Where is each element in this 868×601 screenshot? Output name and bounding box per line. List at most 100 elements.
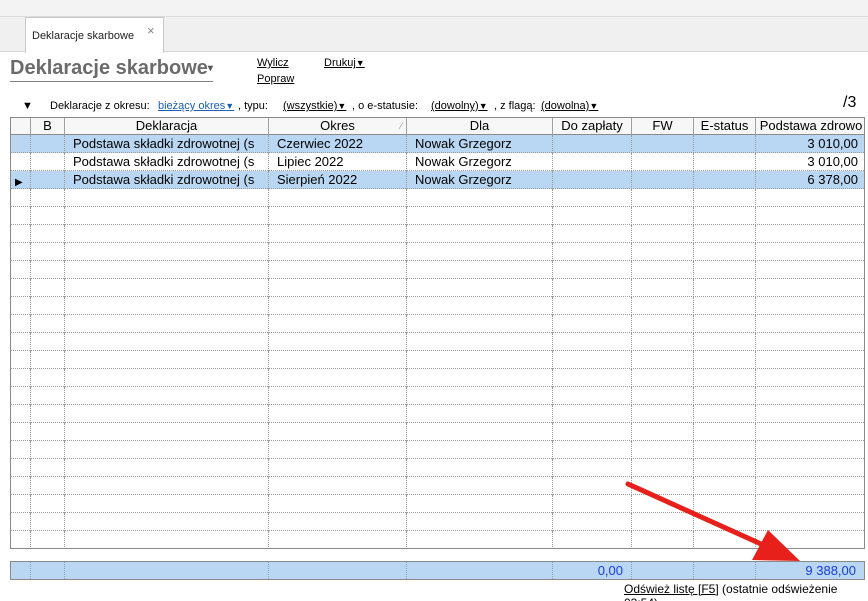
table-row-empty[interactable]: [11, 531, 864, 548]
cell-podstawa: [756, 261, 864, 279]
table-row-empty[interactable]: [11, 225, 864, 243]
table-row-empty[interactable]: [11, 279, 864, 297]
table-row-empty[interactable]: [11, 333, 864, 351]
declarations-table[interactable]: B Deklaracja Okres ⁄ Dla Do zapłaty FW E-…: [10, 117, 865, 549]
table-header-row: B Deklaracja Okres ⁄ Dla Do zapłaty FW E-…: [11, 118, 864, 135]
table-row-empty[interactable]: [11, 405, 864, 423]
cell-okres: [269, 189, 407, 207]
cell-do-zaplaty: [553, 531, 632, 548]
filter-okres-dropdown[interactable]: bieżący okres▼: [158, 100, 234, 112]
tab-deklaracje-skarbowe[interactable]: Deklaracje skarbowe ×: [25, 17, 164, 53]
table-row-empty[interactable]: [11, 423, 864, 441]
table-row-empty[interactable]: [11, 261, 864, 279]
header-deklaracja[interactable]: Deklaracja: [65, 118, 269, 135]
page-count: /3: [843, 94, 857, 111]
filter-estatus-dropdown[interactable]: (dowolny)▼: [431, 100, 488, 112]
totals-b: [31, 562, 65, 579]
cell-dla: Nowak Grzegorz: [407, 153, 553, 171]
cell-e-status: [694, 225, 756, 243]
cell-e-status: [694, 153, 756, 171]
table-row[interactable]: Podstawa składki zdrowotnej (s Lipiec 202…: [11, 153, 864, 171]
cell-okres: [269, 495, 407, 513]
cell-fw: [632, 207, 694, 225]
cell-dla: [407, 441, 553, 459]
cell-do-zaplaty: [553, 387, 632, 405]
row-indicator-cell: [11, 153, 31, 171]
header-do-zaplaty[interactable]: Do zapłaty: [553, 118, 632, 135]
cell-dla: Nowak Grzegorz: [407, 171, 553, 189]
cell-fw: [632, 423, 694, 441]
table-row-empty[interactable]: [11, 207, 864, 225]
close-icon[interactable]: ×: [147, 23, 155, 38]
cell-dla: [407, 189, 553, 207]
cell-b: [31, 243, 65, 261]
cell-b: [31, 279, 65, 297]
table-row-empty[interactable]: [11, 189, 864, 207]
wylicz-button[interactable]: Wylicz: [257, 57, 289, 69]
chevron-down-icon: ▼: [355, 58, 365, 68]
table-row-empty[interactable]: [11, 513, 864, 531]
cell-dla: [407, 315, 553, 333]
cell-dla: [407, 351, 553, 369]
drukuj-menu[interactable]: Drukuj▼: [324, 57, 365, 69]
cell-deklaracja: [65, 423, 269, 441]
cell-e-status: [694, 333, 756, 351]
filter-typ-label: , typu:: [238, 100, 268, 112]
cell-okres: [269, 441, 407, 459]
row-indicator-cell: [11, 279, 31, 297]
cell-b: [31, 477, 65, 495]
table-row-empty[interactable]: [11, 297, 864, 315]
table-row-empty[interactable]: [11, 387, 864, 405]
row-indicator-cell: [11, 333, 31, 351]
filter-flaga-dropdown[interactable]: (dowolna)▼: [541, 100, 598, 112]
table-row-empty[interactable]: [11, 495, 864, 513]
totals-row: 0,00 9 388,00: [10, 561, 865, 580]
table-row-empty[interactable]: [11, 441, 864, 459]
cell-b: [31, 225, 65, 243]
refresh-link[interactable]: Odśwież listę [F5]: [624, 582, 719, 596]
cell-podstawa: [756, 315, 864, 333]
cell-b: [31, 207, 65, 225]
cell-do-zaplaty: [553, 441, 632, 459]
header-fw[interactable]: FW: [632, 118, 694, 135]
header-okres[interactable]: Okres ⁄: [269, 118, 407, 135]
cell-dla: [407, 459, 553, 477]
table-row-empty[interactable]: [11, 351, 864, 369]
popraw-button[interactable]: Popraw: [257, 73, 294, 85]
header-podstawa-zdrowotna[interactable]: Podstawa zdrowo: [756, 118, 864, 135]
cell-fw: [632, 513, 694, 531]
cell-dla: [407, 225, 553, 243]
cell-fw: [632, 261, 694, 279]
filter-okres-value: bieżący okres: [158, 100, 226, 112]
cell-okres: [269, 225, 407, 243]
cell-okres: [269, 351, 407, 369]
cell-deklaracja: [65, 459, 269, 477]
cell-okres: Lipiec 2022: [269, 153, 407, 171]
cell-do-zaplaty: [553, 207, 632, 225]
cell-okres: [269, 513, 407, 531]
cell-dla: [407, 387, 553, 405]
cell-fw: [632, 297, 694, 315]
cell-b: [31, 495, 65, 513]
filter-typ-dropdown[interactable]: (wszystkie)▼: [283, 100, 346, 112]
header-b[interactable]: B: [31, 118, 65, 135]
table-row-empty[interactable]: [11, 243, 864, 261]
cell-podstawa: [756, 405, 864, 423]
table-row-empty[interactable]: [11, 369, 864, 387]
header-indicator: [11, 118, 31, 135]
filter-toggle-icon[interactable]: ▼: [22, 100, 33, 112]
cell-e-status: [694, 315, 756, 333]
header-dla[interactable]: Dla: [407, 118, 553, 135]
table-row[interactable]: Podstawa składki zdrowotnej (s Czerwiec 2…: [11, 135, 864, 153]
cell-dla: [407, 279, 553, 297]
table-row-empty[interactable]: [11, 315, 864, 333]
table-row-empty[interactable]: [11, 459, 864, 477]
cell-okres: [269, 207, 407, 225]
table-row-empty[interactable]: [11, 477, 864, 495]
cell-deklaracja: Podstawa składki zdrowotnej (s: [65, 171, 269, 189]
cell-do-zaplaty: [553, 153, 632, 171]
header-e-status[interactable]: E-status: [694, 118, 756, 135]
page-title[interactable]: Deklaracje skarbowe▾: [10, 57, 213, 82]
table-row[interactable]: ▶ Podstawa składki zdrowotnej (s Sierpień …: [11, 171, 864, 189]
filter-flaga-label: , z flagą:: [494, 100, 536, 112]
